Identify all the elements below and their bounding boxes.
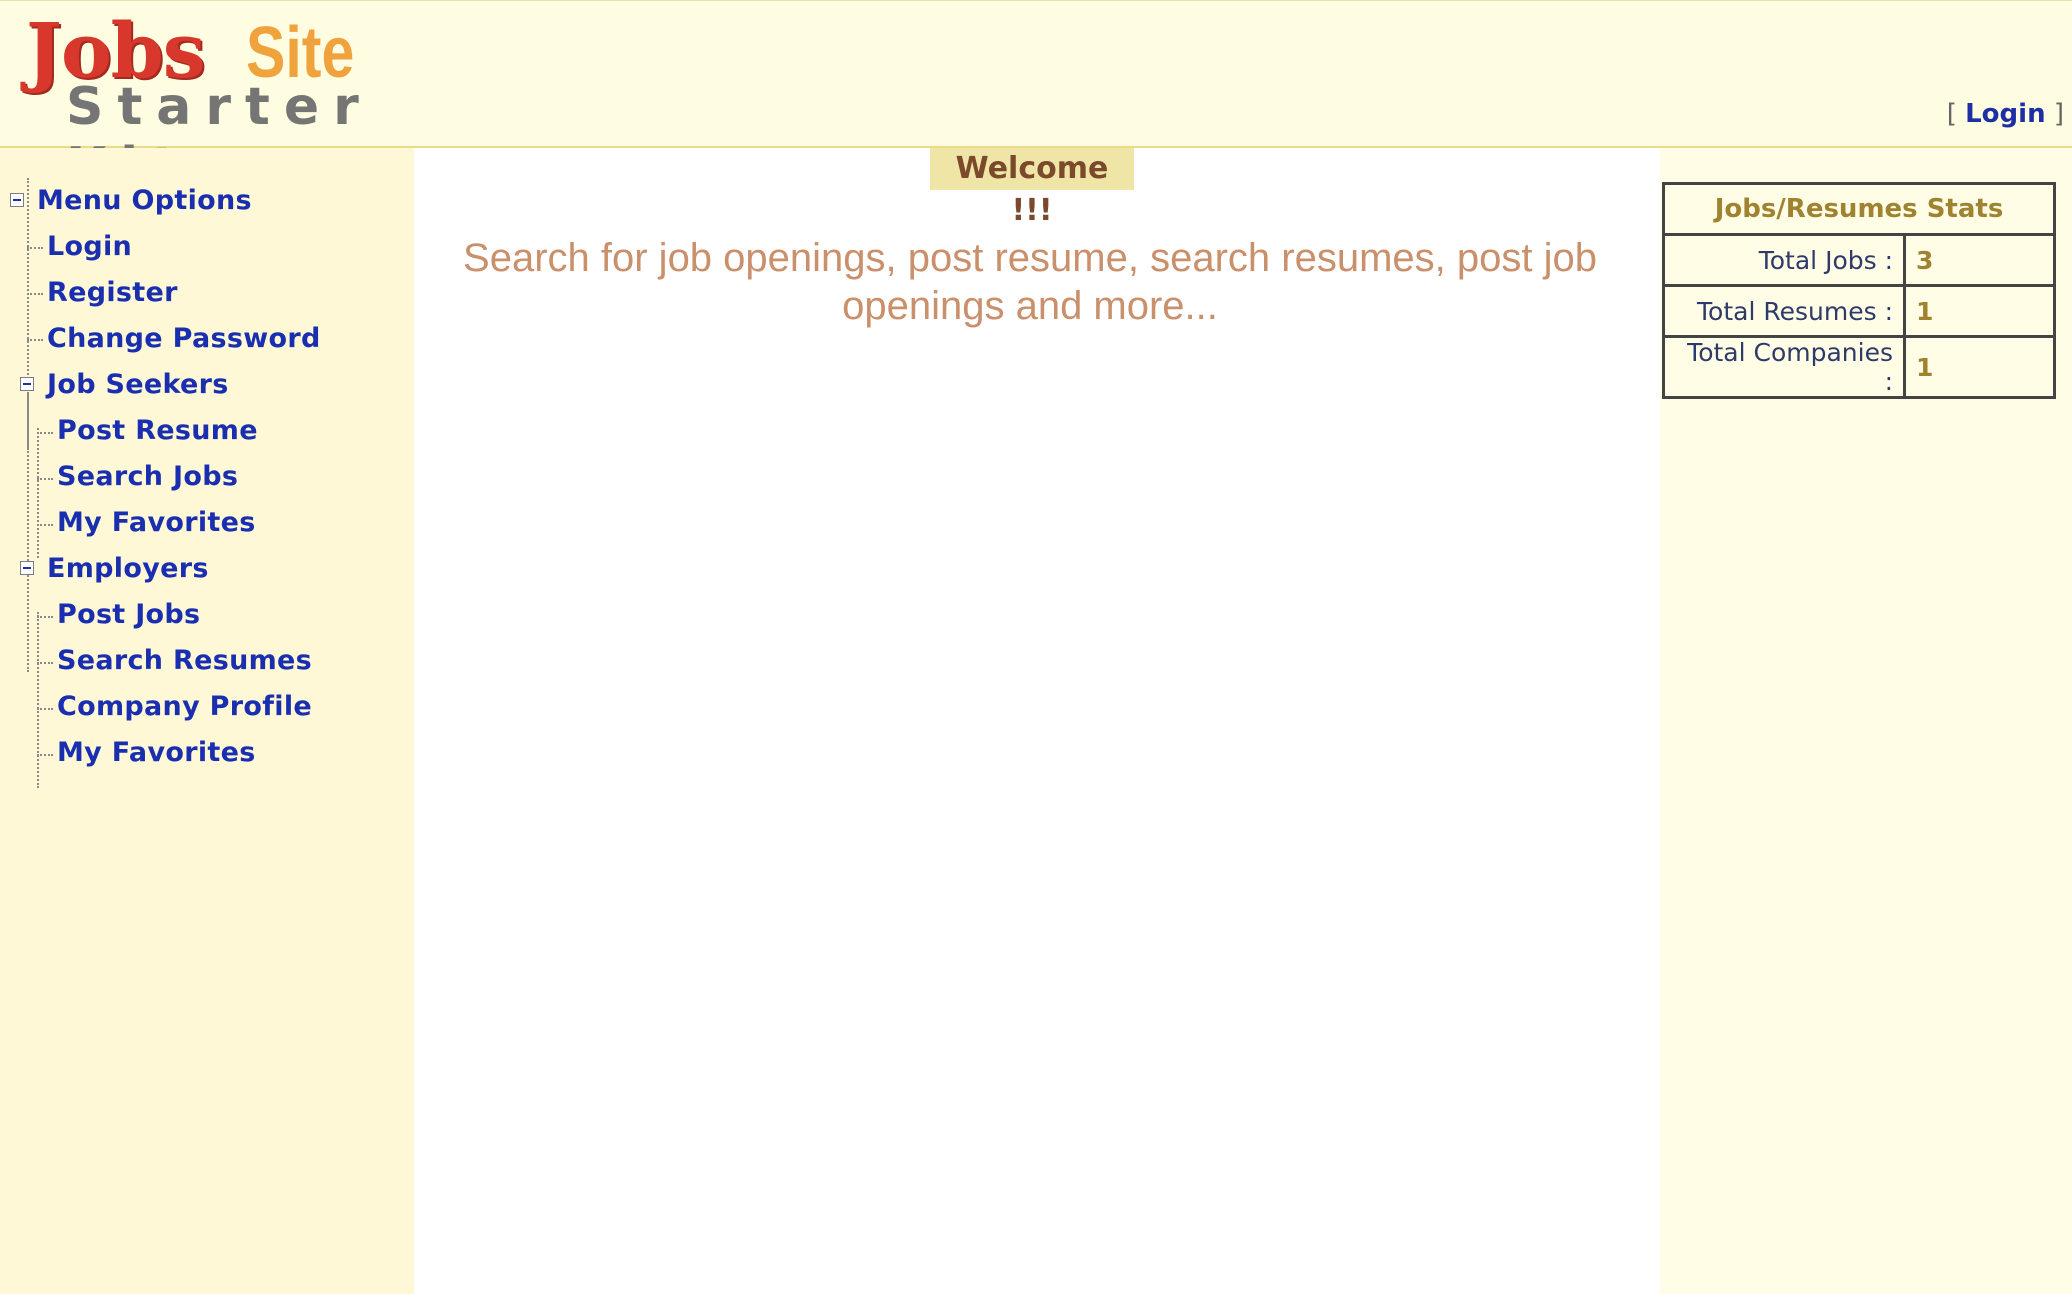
stat-label: Total Jobs : — [1662, 233, 1906, 287]
sidebar-item-company-profile[interactable]: Company Profile — [57, 684, 312, 730]
sidebar-item-label[interactable]: Login — [47, 231, 132, 262]
welcome-heading: Welcome !!! — [930, 148, 1134, 228]
sidebar-item-post-resume[interactable]: Post Resume — [57, 408, 258, 454]
site-logo[interactable]: Jobs Site Starter Kit — [26, 11, 426, 198]
employers-label[interactable]: Employers — [47, 553, 209, 584]
bracket-close: ] — [2053, 99, 2064, 129]
header-login-wrapper: [ Login ] — [1947, 99, 2064, 129]
job-seekers-node[interactable]: Job Seekers — [47, 362, 229, 408]
tree-connector — [37, 524, 53, 526]
sidebar-item-register[interactable]: Register — [47, 270, 178, 316]
sidebar-item-label[interactable]: Change Password — [47, 323, 321, 354]
sidebar-item-search-resumes[interactable]: Search Resumes — [57, 638, 312, 684]
employers-node[interactable]: Employers — [47, 546, 209, 592]
stat-value: 3 — [1903, 233, 2056, 287]
menu-options-label[interactable]: Menu Options — [37, 185, 252, 216]
sidebar-item-label[interactable]: Post Resume — [57, 415, 258, 446]
tree-connector — [27, 339, 43, 341]
stats-header-row: Jobs/Resumes Stats — [1662, 182, 2056, 236]
stat-label: Total Companies : — [1662, 335, 1906, 399]
header-login-link[interactable]: Login — [1965, 99, 2045, 129]
sidebar-item-login[interactable]: Login — [47, 224, 132, 270]
tree-connector — [27, 247, 43, 249]
sidebar-item-label[interactable]: Search Resumes — [57, 645, 312, 676]
tree-connector — [37, 754, 53, 756]
job-seekers-label[interactable]: Job Seekers — [47, 369, 229, 400]
stat-label: Total Resumes : — [1662, 284, 1906, 338]
sidebar-item-label[interactable]: Search Jobs — [57, 461, 238, 492]
collapse-icon[interactable] — [20, 377, 34, 391]
bracket-open: [ — [1946, 99, 1957, 129]
tree-connector — [27, 392, 29, 672]
tree-connector — [37, 616, 53, 618]
sidebar-item-search-jobs[interactable]: Search Jobs — [57, 454, 238, 500]
stats-table: Jobs/Resumes Stats Total Jobs : 3 Total … — [1662, 182, 2056, 399]
menu-options-node[interactable]: Menu Options — [37, 178, 252, 224]
sidebar-item-change-password[interactable]: Change Password — [47, 316, 321, 362]
page-header: Jobs Site Starter Kit [ Login ] — [0, 0, 2072, 198]
tree-connector — [37, 662, 53, 664]
collapse-icon[interactable] — [20, 561, 34, 575]
tree-connector — [27, 293, 43, 295]
main-content: Welcome !!! Search for job openings, pos… — [414, 148, 1660, 1294]
tree-connector — [37, 612, 39, 788]
sidebar-item-label[interactable]: Register — [47, 277, 178, 308]
stat-value: 1 — [1903, 335, 2056, 399]
right-column: Jobs/Resumes Stats Total Jobs : 3 Total … — [1660, 148, 2072, 1294]
stats-title: Jobs/Resumes Stats — [1662, 182, 2056, 236]
stats-row: Total Resumes : 1 — [1662, 284, 2056, 338]
sidebar-item-label[interactable]: My Favorites — [57, 737, 256, 768]
tree-connector — [37, 432, 53, 434]
tree-connector — [37, 478, 53, 480]
tree-connector — [37, 708, 53, 710]
stats-row: Total Companies : 1 — [1662, 335, 2056, 399]
stats-row: Total Jobs : 3 — [1662, 233, 2056, 287]
sidebar-item-post-jobs[interactable]: Post Jobs — [57, 592, 200, 638]
sidebar-item-label[interactable]: Post Jobs — [57, 599, 200, 630]
collapse-icon[interactable] — [10, 193, 24, 207]
sidebar-item-my-favorites-seekers[interactable]: My Favorites — [57, 500, 256, 546]
stat-value: 1 — [1903, 284, 2056, 338]
sidebar-menu: Menu Options Login Register Change Passw… — [0, 148, 414, 1294]
site-tagline: Search for job openings, post resume, se… — [463, 236, 1597, 328]
sidebar-item-my-favorites-employers[interactable]: My Favorites — [57, 730, 256, 776]
sidebar-item-label[interactable]: My Favorites — [57, 507, 256, 538]
sidebar-item-label[interactable]: Company Profile — [57, 691, 312, 722]
tree-connector — [37, 428, 39, 558]
